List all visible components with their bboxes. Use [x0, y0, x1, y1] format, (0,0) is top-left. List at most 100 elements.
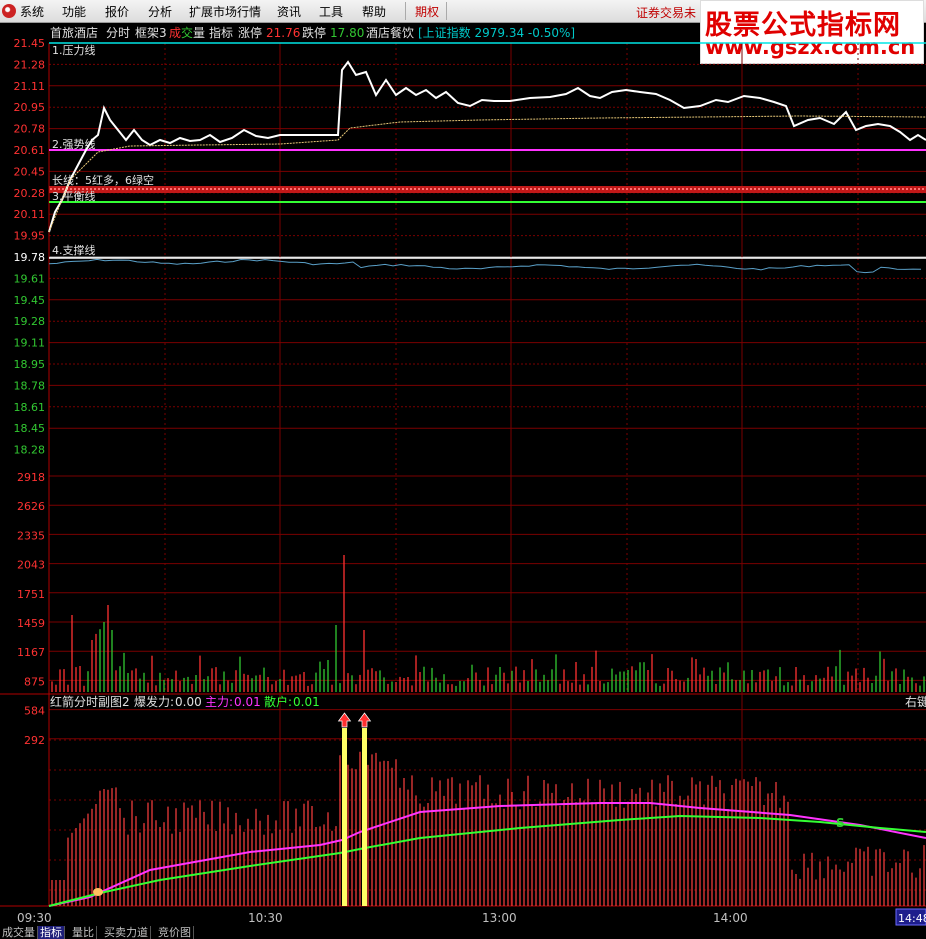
band-dot	[770, 188, 772, 190]
band-dot	[406, 188, 408, 190]
volume-tick: 2043	[17, 559, 45, 572]
band-dot	[526, 188, 528, 190]
menu-tools[interactable]: 工具	[319, 3, 343, 20]
band-dot	[486, 188, 488, 190]
band-dot	[282, 188, 284, 190]
band-dot	[450, 188, 452, 190]
price-tick: 20.11	[14, 208, 46, 221]
band-dot	[194, 188, 196, 190]
band-dot	[382, 188, 384, 190]
band-dot	[114, 188, 116, 190]
band-dot	[422, 188, 424, 190]
menu-options[interactable]: 期权	[415, 3, 439, 20]
band-dot	[874, 188, 876, 190]
band-dot	[246, 188, 248, 190]
intraday-chart[interactable]: 首旅酒店 分时 框架3 成 交 量 指标 涨停 21.76 跌停 17.80 酒…	[0, 22, 926, 926]
band-dot	[814, 188, 816, 190]
band-dot	[522, 188, 524, 190]
band-dot	[162, 188, 164, 190]
band-dot	[730, 188, 732, 190]
band-dot	[606, 188, 608, 190]
burst-signal-bar	[362, 728, 367, 906]
band-dot	[562, 188, 564, 190]
band-dot	[610, 188, 612, 190]
band-dot	[358, 188, 360, 190]
sector-label[interactable]: 酒店餐饮	[366, 25, 414, 40]
band-dot	[726, 188, 728, 190]
band-dot	[722, 188, 724, 190]
support-line-label: 4.支撑线	[52, 243, 96, 257]
band-dot	[294, 188, 296, 190]
band-dot	[514, 188, 516, 190]
indicator-label[interactable]: 指标	[209, 25, 233, 40]
time-tick: 10:30	[248, 911, 283, 925]
band-dot	[206, 188, 208, 190]
band-dot	[618, 188, 620, 190]
tab-auction-chart[interactable]: 竞价图	[156, 926, 194, 939]
band-dot	[150, 188, 152, 190]
menu-extended-market[interactable]: 扩展市场行情	[189, 3, 261, 20]
band-dot	[274, 188, 276, 190]
price-tick: 19.28	[14, 315, 46, 328]
tab-volume[interactable]: 成交量	[0, 926, 38, 939]
menu-system[interactable]: 系统	[20, 3, 44, 20]
band-dot	[462, 188, 464, 190]
band-dot	[886, 188, 888, 190]
price-tick: 19.11	[14, 337, 46, 350]
band-dot	[622, 188, 624, 190]
volume-bars	[51, 555, 925, 692]
band-dot	[250, 188, 252, 190]
band-dot	[214, 188, 216, 190]
tab-volume-ratio[interactable]: 量比	[70, 926, 97, 939]
tab-buy-sell-force[interactable]: 买卖力道	[102, 926, 151, 939]
volume-tick: 2335	[17, 529, 45, 542]
band-dot	[762, 188, 764, 190]
price-tick: 18.45	[14, 422, 46, 435]
tab-indicator[interactable]: 指标	[38, 926, 65, 939]
menu-info[interactable]: 资讯	[277, 3, 301, 20]
menu-help[interactable]: 帮助	[362, 3, 386, 20]
band-dot	[134, 188, 136, 190]
volume-tick: 875	[24, 675, 45, 688]
band-dot	[378, 188, 380, 190]
band-dot	[914, 188, 916, 190]
sub-panel-title[interactable]: 红箭分时副图2	[50, 694, 130, 709]
band-dot	[530, 188, 532, 190]
limit-up-value: 21.76	[266, 26, 300, 40]
band-dot	[590, 188, 592, 190]
frame-label[interactable]: 框架3	[135, 26, 167, 40]
band-dot	[466, 188, 468, 190]
band-dot	[506, 188, 508, 190]
price-tick: 18.95	[14, 358, 46, 371]
mode-label[interactable]: 分时	[106, 26, 130, 40]
index-quote[interactable]: [上证指数 2979.34 -0.50%]	[418, 25, 575, 40]
price-tick: 19.45	[14, 294, 46, 307]
limit-down-label: 跌停	[302, 25, 326, 40]
band-dot	[858, 188, 860, 190]
menu-quote[interactable]: 报价	[105, 3, 129, 20]
app-logo-icon[interactable]	[2, 4, 16, 18]
menu-analysis[interactable]: 分析	[148, 3, 172, 20]
band-dot	[158, 188, 160, 190]
band-dot	[854, 188, 856, 190]
band-dot	[634, 188, 636, 190]
main-force-label: 主力:	[205, 695, 233, 709]
band-dot	[650, 188, 652, 190]
band-dot	[794, 188, 796, 190]
sub-panel-bars	[51, 751, 925, 906]
band-dot	[186, 188, 188, 190]
volume-tick: 1751	[17, 588, 45, 601]
band-dot	[690, 188, 692, 190]
band-dot	[894, 188, 896, 190]
band-dot	[798, 188, 800, 190]
retail-label: 散户:	[264, 694, 292, 709]
band-dot	[122, 188, 124, 190]
band-dot	[146, 188, 148, 190]
band-dot	[118, 188, 120, 190]
band-dot	[754, 188, 756, 190]
band-dot	[326, 188, 328, 190]
menu-function[interactable]: 功能	[62, 3, 86, 20]
band-dot	[750, 188, 752, 190]
band-dot	[222, 188, 224, 190]
band-dot	[662, 188, 664, 190]
